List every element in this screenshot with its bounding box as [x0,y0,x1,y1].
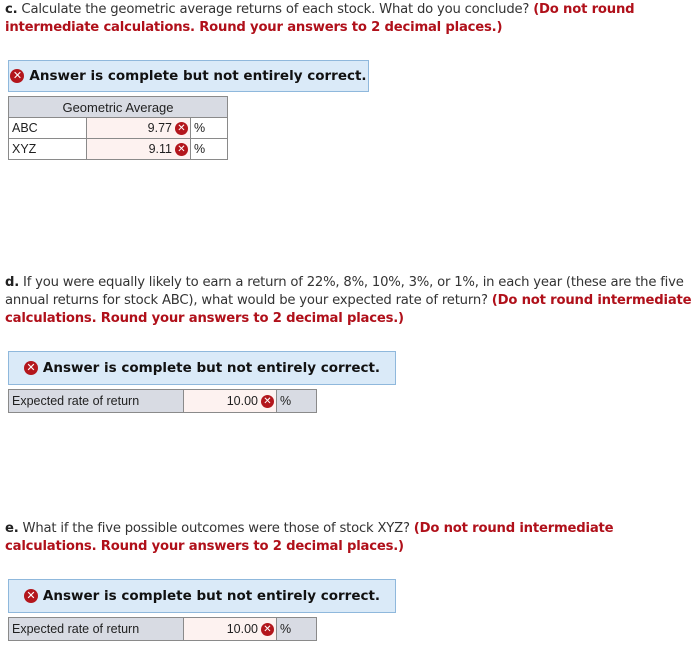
answer-value: 10.00 [226,393,258,408]
table-row: ABC 9.77 ✕ % [8,117,228,139]
incorrect-icon: ✕ [175,143,188,157]
table-row: XYZ 9.11 ✕ % [8,138,228,160]
part-d-answer-table: Expected rate of return 10.00 ✕ % [8,389,317,413]
incorrect-icon: ✕ [23,361,38,375]
answer-value: 9.11 [148,141,172,156]
table-header: Geometric Average [8,96,228,118]
incorrect-icon: ✕ [261,623,274,637]
banner-text: Answer is complete but not entirely corr… [42,360,381,376]
part-d-question: d. If you were equally likely to earn a … [5,274,693,328]
incorrect-icon: ✕ [10,69,25,83]
banner-text: Answer is complete but not entirely corr… [42,588,381,604]
answer-value: 10.00 [226,621,258,636]
table-row: Expected rate of return 10.00 ✕ % [8,389,317,413]
abc-answer-input[interactable]: 9.77 ✕ [86,117,191,139]
row-label: XYZ [8,138,87,160]
row-label: Expected rate of return [8,617,184,641]
row-label: Expected rate of return [8,389,184,413]
answer-value: 9.77 [147,120,172,135]
part-e-answer-table: Expected rate of return 10.00 ✕ % [8,617,317,641]
part-e-label: e. [5,521,19,536]
unit-label: % [190,138,228,160]
part-e-question: e. What if the five possible outcomes we… [5,520,693,556]
expected-return-input[interactable]: 10.00 ✕ [183,617,277,641]
geometric-average-table: Geometric Average ABC 9.77 ✕ % XYZ 9.11 ✕ … [8,96,228,160]
part-c-label: c. [5,2,18,17]
part-d-label: d. [5,275,20,290]
part-e-result-banner: ✕ Answer is complete but not entirely cor… [8,579,396,613]
incorrect-icon: ✕ [261,395,274,409]
part-d-result-banner: ✕ Answer is complete but not entirely cor… [8,351,396,385]
part-c-question: c. Calculate the geometric average retur… [5,1,693,37]
incorrect-icon: ✕ [23,589,38,603]
banner-text: Answer is complete but not entirely corr… [29,68,367,84]
unit-label: % [276,617,317,641]
incorrect-icon: ✕ [175,122,188,136]
part-c-text: Calculate the geometric average returns … [17,2,534,17]
part-c-result-banner: ✕ Answer is complete but not entirely cor… [8,60,369,92]
xyz-answer-input[interactable]: 9.11 ✕ [86,138,191,160]
expected-return-input[interactable]: 10.00 ✕ [183,389,277,413]
unit-label: % [190,117,228,139]
table-row: Expected rate of return 10.00 ✕ % [8,617,317,641]
row-label: ABC [8,117,87,139]
part-e-text: What if the five possible outcomes were … [18,521,414,536]
unit-label: % [276,389,317,413]
